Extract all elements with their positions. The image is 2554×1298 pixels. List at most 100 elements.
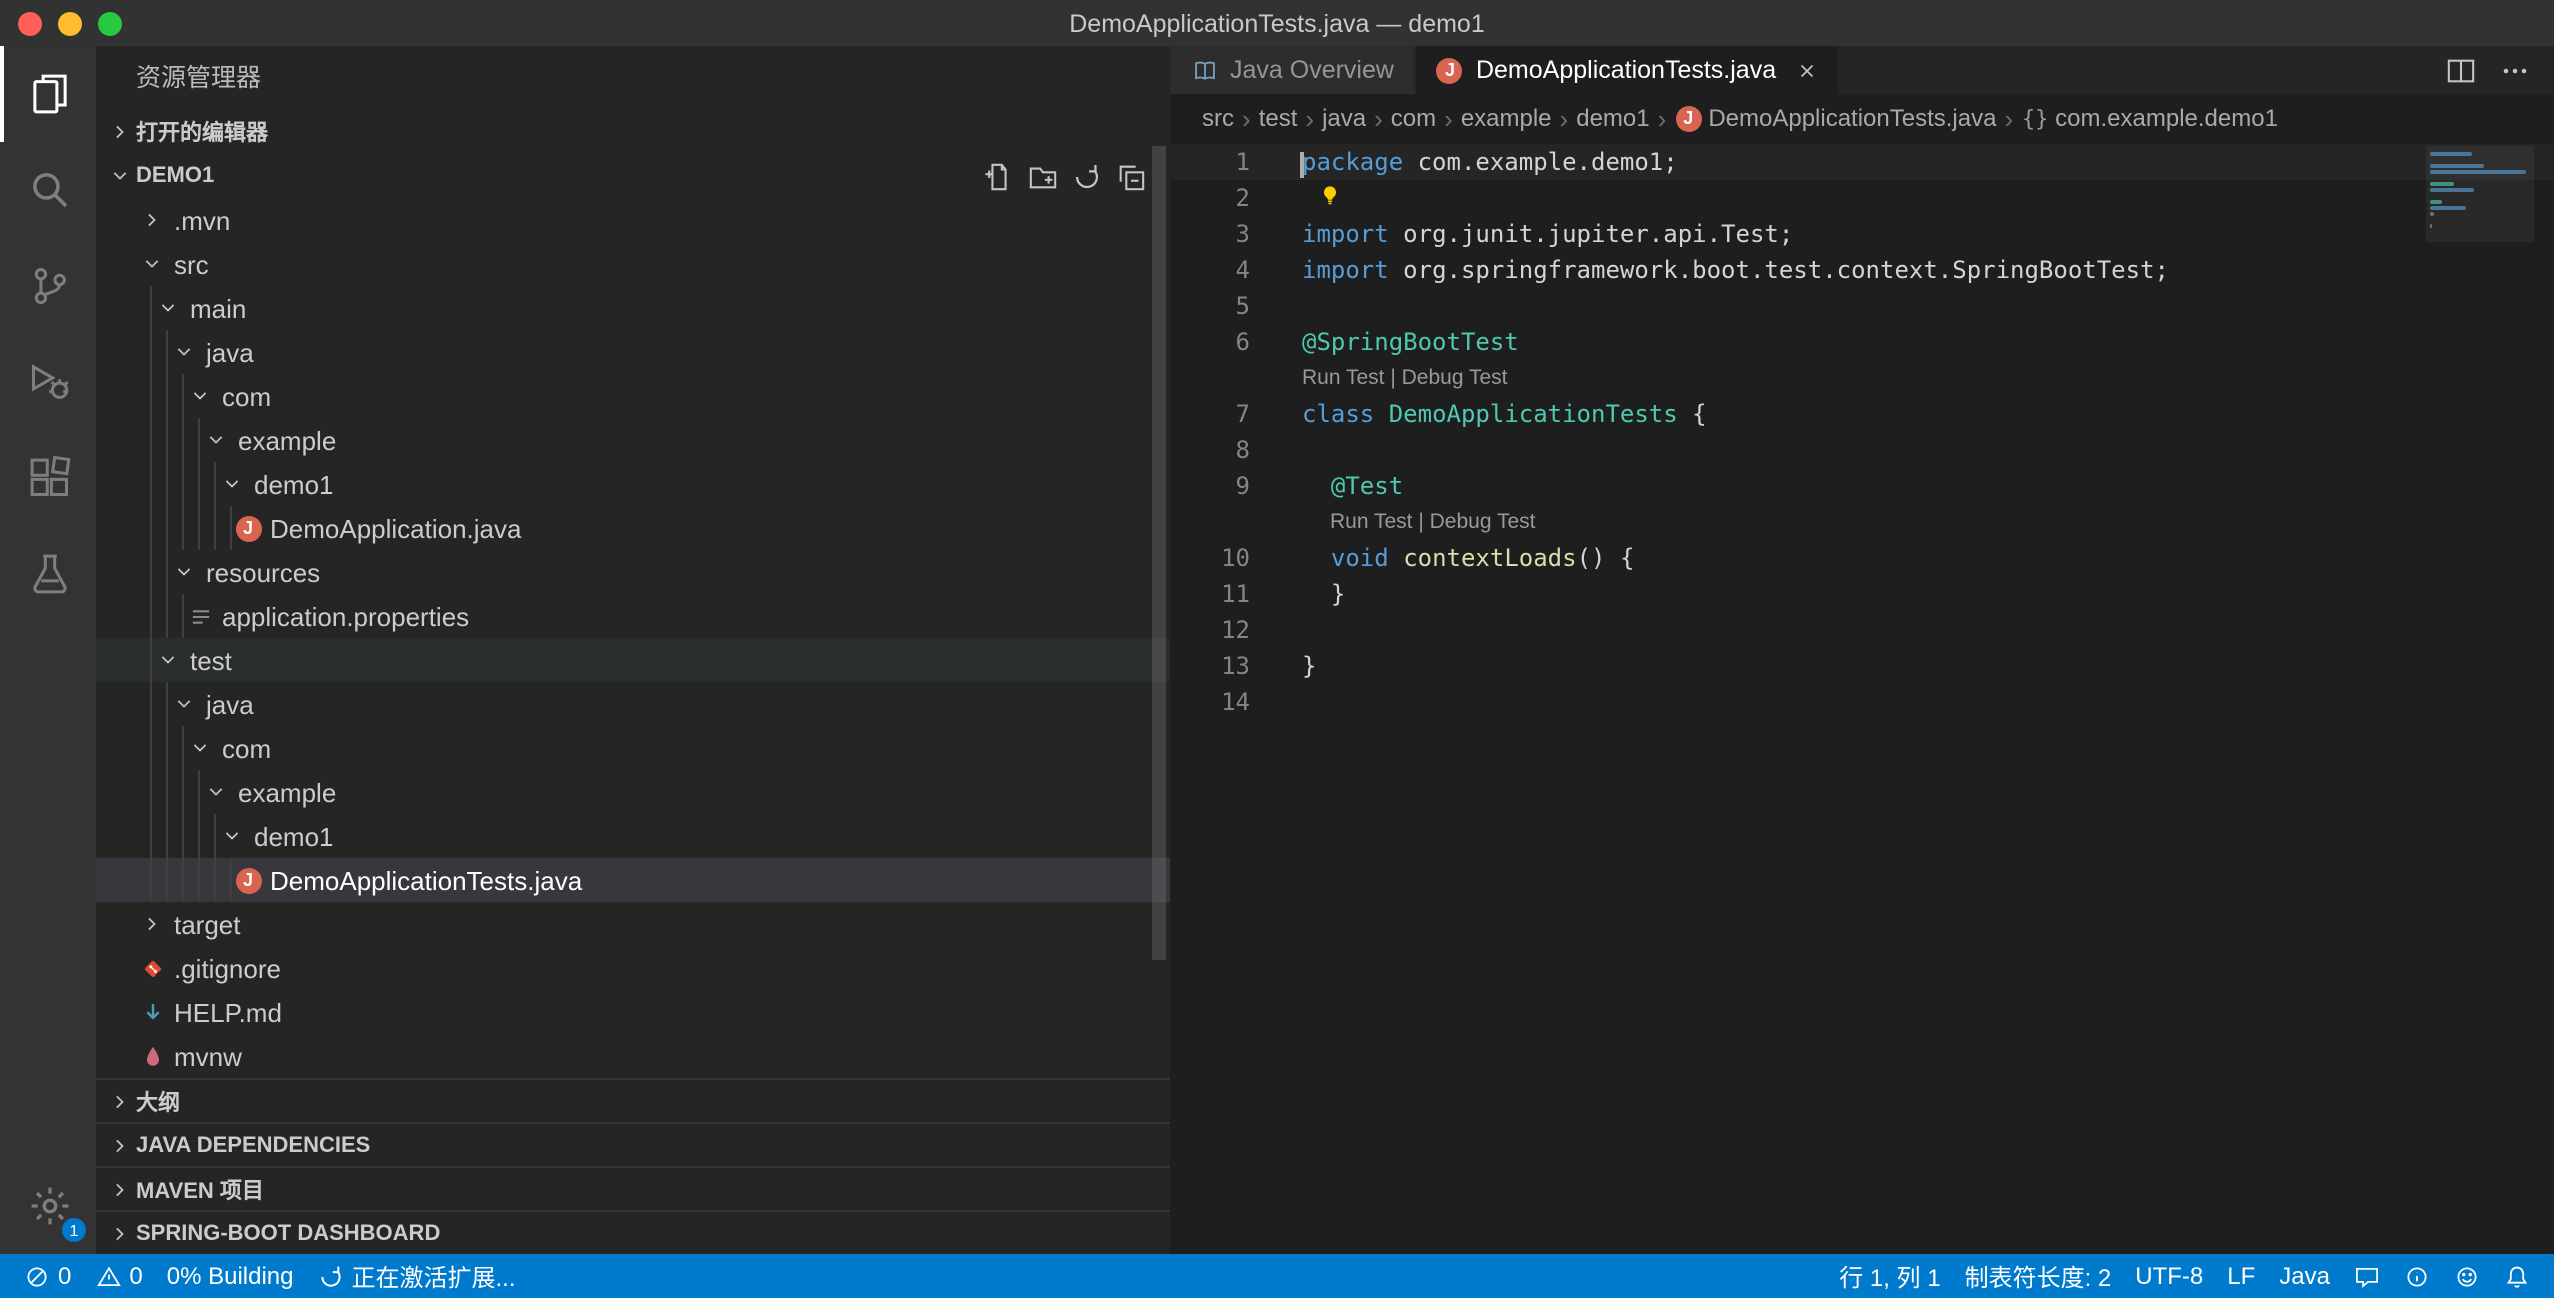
breadcrumb-separator: ›	[2004, 103, 2013, 133]
more-actions-icon[interactable]	[2500, 55, 2530, 85]
status-java-status[interactable]	[2392, 1254, 2442, 1298]
split-editor-icon[interactable]	[2446, 55, 2476, 85]
breadcrumb-com-example-demo1[interactable]: {}com.example.demo1	[2021, 104, 2278, 132]
indent-guide	[198, 462, 214, 506]
chevron-right-icon	[136, 908, 168, 940]
tree-item-com[interactable]: com	[96, 374, 1170, 418]
status-problems-warnings[interactable]: 0	[83, 1254, 154, 1298]
tree-item-label: mvnw	[174, 1041, 242, 1071]
code-lens[interactable]: Run Test | Debug Test	[1170, 504, 2554, 540]
tree-item-demo1[interactable]: demo1	[96, 462, 1170, 506]
breadcrumb-test[interactable]: test	[1259, 104, 1298, 132]
indent-guide	[150, 374, 166, 418]
tree-item-demoapplication-java[interactable]: JDemoApplication.java	[96, 506, 1170, 550]
activity-settings[interactable]: 1	[0, 1158, 96, 1254]
breadcrumb-example[interactable]: example	[1461, 104, 1552, 132]
tree-item-java[interactable]: java	[96, 330, 1170, 374]
activity-testing[interactable]	[0, 526, 96, 622]
breadcrumb-demo1[interactable]: demo1	[1576, 104, 1649, 132]
activity-extensions[interactable]	[0, 430, 96, 526]
code-line-12[interactable]: 12	[1170, 612, 2554, 648]
status-java-build-status[interactable]: 0% Building	[155, 1254, 306, 1298]
collapse-all-icon[interactable]	[1116, 161, 1146, 191]
open-editors-section[interactable]: 打开的编辑器	[96, 110, 1170, 154]
code-line-11[interactable]: 11 }	[1170, 576, 2554, 612]
tree-item-gitignore[interactable]: .gitignore	[96, 946, 1170, 990]
status-feedback[interactable]	[2342, 1254, 2392, 1298]
activity-run-and-debug[interactable]	[0, 334, 96, 430]
code-line-7[interactable]: 7class DemoApplicationTests {	[1170, 396, 2554, 432]
code-line-13[interactable]: 13}	[1170, 648, 2554, 684]
close-icon[interactable]	[1796, 59, 1818, 81]
breadcrumb-src[interactable]: src	[1202, 104, 1234, 132]
status-language-mode[interactable]: Java	[2267, 1254, 2342, 1298]
tree-item-com[interactable]: com	[96, 726, 1170, 770]
status-activating-extensions[interactable]: 正在激活扩展...	[306, 1254, 528, 1298]
minimap[interactable]	[2426, 146, 2534, 242]
line-number: 14	[1170, 688, 1250, 716]
status-notifications[interactable]	[2492, 1254, 2542, 1298]
activity-explorer[interactable]	[0, 46, 96, 142]
chevron-right-icon	[136, 204, 168, 236]
tree-item-example[interactable]: example	[96, 418, 1170, 462]
new-file-icon[interactable]	[984, 161, 1014, 191]
status-eol[interactable]: LF	[2215, 1254, 2267, 1298]
tree-item-src[interactable]: src	[96, 242, 1170, 286]
indent-guide	[166, 594, 182, 638]
breadcrumb-java[interactable]: java	[1322, 104, 1366, 132]
code-line-8[interactable]: 8	[1170, 432, 2554, 468]
status-tweet-feedback[interactable]	[2442, 1254, 2492, 1298]
info-icon	[2404, 1263, 2430, 1289]
tree-item-mvn[interactable]: .mvn	[96, 198, 1170, 242]
chevron-right-icon	[104, 116, 136, 148]
status-indentation[interactable]: 制表符长度: 2	[1953, 1254, 2124, 1298]
tab-demoapplicationtests-java[interactable]: JDemoApplicationTests.java	[1416, 46, 1840, 94]
breadcrumb-demoapplicationtests-java[interactable]: JDemoApplicationTests.java	[1674, 104, 1996, 132]
activity-search[interactable]	[0, 142, 96, 238]
close-window-button[interactable]	[18, 11, 42, 35]
code-line-1[interactable]: 1package com.example.demo1;	[1170, 144, 2554, 180]
status-cursor-position[interactable]: 行 1, 列 1	[1827, 1254, 1952, 1298]
tree-item-java[interactable]: java	[96, 682, 1170, 726]
sidebar-section-java-dependencies[interactable]: JAVA DEPENDENCIES	[96, 1122, 1170, 1166]
code-line-5[interactable]: 5	[1170, 288, 2554, 324]
lightbulb-icon[interactable]	[1318, 183, 1342, 207]
tree-item-resources[interactable]: resources	[96, 550, 1170, 594]
breadcrumb-separator: ›	[1444, 103, 1453, 133]
tree-item-example[interactable]: example	[96, 770, 1170, 814]
sidebar-section-maven-项目[interactable]: MAVEN 项目	[96, 1166, 1170, 1210]
tree-item-demo1[interactable]: demo1	[96, 814, 1170, 858]
indent-guide	[150, 726, 166, 770]
code-line-10[interactable]: 10 void contextLoads() {	[1170, 540, 2554, 576]
tree-item-test[interactable]: test	[96, 638, 1170, 682]
tree-item-mvnw[interactable]: mvnw	[96, 1034, 1170, 1078]
minimize-window-button[interactable]	[58, 11, 82, 35]
breadcrumb-com[interactable]: com	[1391, 104, 1436, 132]
indent-guide	[230, 506, 246, 550]
status-problems-errors[interactable]: 0	[12, 1254, 83, 1298]
tree-item-help-md[interactable]: HELP.md	[96, 990, 1170, 1034]
sidebar-section-大纲[interactable]: 大纲	[96, 1078, 1170, 1122]
activity-source-control[interactable]	[0, 238, 96, 334]
code-line-2[interactable]: 2	[1170, 180, 2554, 216]
status-encoding[interactable]: UTF-8	[2123, 1254, 2215, 1298]
code-line-9[interactable]: 9 @Test	[1170, 468, 2554, 504]
sidebar-scrollbar[interactable]	[1152, 146, 1166, 960]
tab-java-overview[interactable]: Java Overview	[1170, 46, 1416, 94]
tree-item-main[interactable]: main	[96, 286, 1170, 330]
code-lens[interactable]: Run Test | Debug Test	[1170, 360, 2554, 396]
line-number: 6	[1170, 328, 1250, 356]
tree-item-application-properties[interactable]: application.properties	[96, 594, 1170, 638]
tree-item-target[interactable]: target	[96, 902, 1170, 946]
zoom-window-button[interactable]	[98, 11, 122, 35]
code-line-4[interactable]: 4import org.springframework.boot.test.co…	[1170, 252, 2554, 288]
sidebar-section-spring-boot-dashboard[interactable]: SPRING-BOOT DASHBOARD	[96, 1210, 1170, 1254]
code-line-6[interactable]: 6@SpringBootTest	[1170, 324, 2554, 360]
code-editor[interactable]: 1package com.example.demo1;23import org.…	[1170, 142, 2554, 1254]
code-line-14[interactable]: 14	[1170, 684, 2554, 720]
new-folder-icon[interactable]	[1028, 161, 1058, 191]
tree-item-demoapplicationtests-java[interactable]: JDemoApplicationTests.java	[96, 858, 1170, 902]
code-line-3[interactable]: 3import org.junit.jupiter.api.Test;	[1170, 216, 2554, 252]
refresh-icon[interactable]	[1072, 161, 1102, 191]
project-section-header[interactable]: DEMO1	[96, 154, 1170, 198]
